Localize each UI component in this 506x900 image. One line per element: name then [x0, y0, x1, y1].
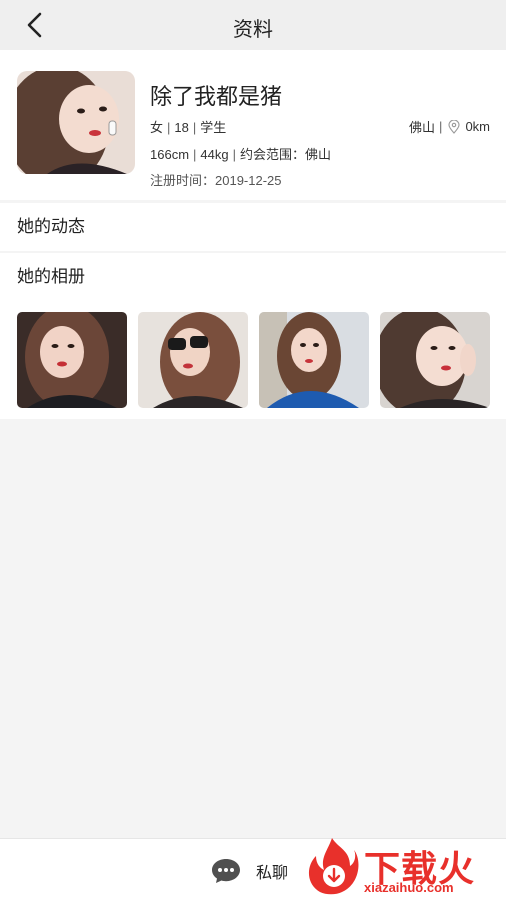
- weight-text: 44kg: [200, 147, 229, 162]
- watermark-logo: 下载火 xiazaihuo.com: [300, 836, 506, 900]
- chat-label: 私聊: [256, 865, 289, 882]
- body-info: 166cm | 44kg | 约会范围：佛山: [150, 147, 332, 162]
- date-range-label: 约会范围：: [240, 147, 306, 162]
- chat-bubble-icon: [212, 859, 240, 883]
- age-text: 18: [174, 120, 189, 135]
- height-text: 166cm: [150, 147, 190, 162]
- profile-card: 除了我都是猪 女 | 18 | 学生 佛山 | 0km 166cm | 44kg | 约会范围：…: [0, 50, 506, 200]
- basic-info: 女 | 18 | 学生: [150, 120, 227, 135]
- gender-text: 女: [150, 120, 164, 135]
- album-row[interactable]: 她的相册: [0, 253, 506, 301]
- register-label: 注册时间：: [150, 173, 216, 188]
- moments-row[interactable]: 她的动态: [0, 203, 506, 251]
- date-range-value: 佛山: [305, 147, 332, 162]
- city-text: 佛山: [409, 120, 436, 135]
- album-photo[interactable]: [259, 312, 369, 408]
- flame-logo-icon: [308, 838, 359, 895]
- location-pin-icon: [448, 119, 460, 134]
- register-info: 注册时间：2019-12-25: [150, 170, 282, 189]
- distance-text: 0km: [465, 119, 490, 134]
- page-title: 资料: [233, 19, 273, 41]
- nav-bar: 资料: [0, 0, 506, 50]
- avatar[interactable]: [17, 71, 135, 174]
- album-strip: [0, 301, 506, 419]
- album-photo[interactable]: [17, 312, 127, 408]
- register-date: 2019-12-25: [215, 173, 282, 188]
- album-photo[interactable]: [138, 312, 248, 408]
- album-photo[interactable]: [380, 312, 490, 408]
- private-chat-button[interactable]: 私聊: [210, 857, 288, 885]
- profile-name: 除了我都是猪: [150, 84, 283, 109]
- location-info: 佛山 | 0km: [409, 119, 490, 135]
- occupation-text: 学生: [200, 120, 227, 135]
- watermark-url: xiazaihuo.com: [364, 880, 454, 895]
